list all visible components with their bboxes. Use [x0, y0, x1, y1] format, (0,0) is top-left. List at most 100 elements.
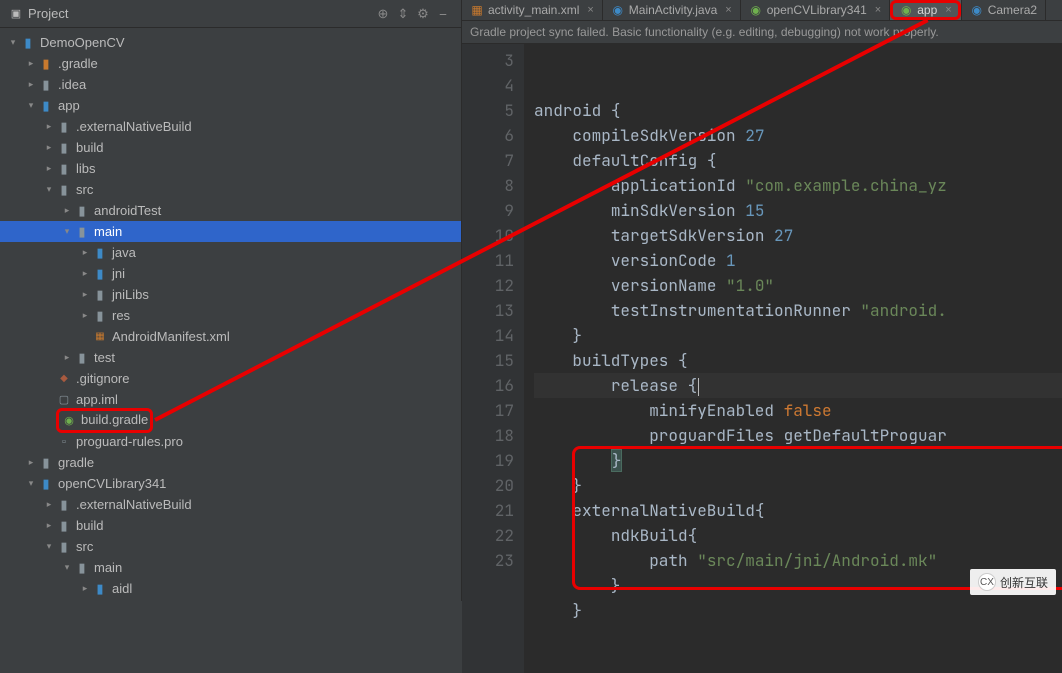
- expand-arrow[interactable]: [44, 143, 54, 153]
- tab-Camera2[interactable]: Camera2: [962, 0, 1046, 20]
- tree-item-test[interactable]: test: [0, 347, 461, 368]
- expand-arrow[interactable]: [26, 101, 36, 111]
- editor-tabs: activity_main.xml×MainActivity.java×open…: [462, 0, 1062, 21]
- expand-arrow[interactable]: [80, 584, 90, 594]
- tree-item-openCVLibrary341[interactable]: openCVLibrary341: [0, 473, 461, 494]
- code-line[interactable]: testInstrumentationRunner "android.: [534, 298, 1062, 323]
- code-line[interactable]: }: [534, 473, 1062, 498]
- watermark: CX 创新互联: [970, 569, 1056, 595]
- code-line[interactable]: proguardFiles getDefaultProguar: [534, 423, 1062, 448]
- expand-arrow[interactable]: [80, 290, 90, 300]
- tree-label: build: [76, 518, 103, 533]
- tab-activity-main-xml[interactable]: activity_main.xml×: [462, 0, 603, 20]
- code-line[interactable]: versionName "1.0": [534, 273, 1062, 298]
- expand-arrow[interactable]: [62, 206, 72, 216]
- tree-label: test: [94, 350, 115, 365]
- expand-arrow[interactable]: [44, 521, 54, 531]
- close-icon[interactable]: ×: [945, 4, 951, 16]
- line-number: 18: [462, 423, 514, 448]
- expand-arrow[interactable]: [44, 500, 54, 510]
- tree-item-main[interactable]: main: [0, 557, 461, 578]
- expand-arrow[interactable]: [62, 227, 72, 237]
- tab-app[interactable]: app×: [890, 0, 961, 20]
- tab-MainActivity-java[interactable]: MainActivity.java ×: [603, 0, 741, 20]
- expand-arrow[interactable]: [62, 353, 72, 363]
- expand-arrow[interactable]: [8, 38, 18, 48]
- tree-item-java[interactable]: java: [0, 242, 461, 263]
- tree-item-app-iml[interactable]: app.iml: [0, 389, 461, 410]
- expand-arrow[interactable]: [44, 185, 54, 195]
- tree-label: build: [76, 140, 103, 155]
- tree-item--gitignore[interactable]: .gitignore: [0, 368, 461, 389]
- tree-item-res[interactable]: res: [0, 305, 461, 326]
- code-line[interactable]: versionCode 1: [534, 248, 1062, 273]
- code-line[interactable]: targetSdkVersion 27: [534, 223, 1062, 248]
- folder-dark: [38, 77, 54, 93]
- code-line[interactable]: defaultConfig {: [534, 148, 1062, 173]
- tree-item-jni[interactable]: jni: [0, 263, 461, 284]
- tree-item-proguard-rules-pro[interactable]: proguard-rules.pro: [0, 431, 461, 452]
- tree-item-src[interactable]: src: [0, 536, 461, 557]
- hide-icon[interactable]: ⎯: [433, 4, 453, 24]
- expand-arrow[interactable]: [62, 563, 72, 573]
- code-line[interactable]: release {: [534, 373, 1062, 398]
- tree-item-main[interactable]: main: [0, 221, 461, 242]
- expand-arrow[interactable]: [80, 311, 90, 321]
- tree-item-libs[interactable]: libs: [0, 158, 461, 179]
- line-number: 7: [462, 148, 514, 173]
- close-icon[interactable]: ×: [725, 4, 731, 16]
- tree-item-app[interactable]: app: [0, 95, 461, 116]
- tree-item-AndroidManifest-xml[interactable]: AndroidManifest.xml: [0, 326, 461, 347]
- line-number: 13: [462, 298, 514, 323]
- tab-openCVLibrary341[interactable]: openCVLibrary341×: [741, 0, 891, 20]
- expand-arrow[interactable]: [80, 248, 90, 258]
- gear-icon[interactable]: ⚙: [413, 4, 433, 24]
- expand-arrow[interactable]: [44, 122, 54, 132]
- expand-arrow[interactable]: [26, 59, 36, 69]
- code-line[interactable]: externalNativeBuild{: [534, 498, 1062, 523]
- tree-item--externalNativeBuild[interactable]: .externalNativeBuild: [0, 494, 461, 515]
- close-icon[interactable]: ×: [587, 4, 593, 16]
- tree-label: src: [76, 182, 93, 197]
- code-line[interactable]: compileSdkVersion 27: [534, 123, 1062, 148]
- code-line[interactable]: }: [534, 598, 1062, 623]
- tree-item-build-gradle[interactable]: build.gradle: [0, 410, 461, 431]
- tree-item--idea[interactable]: .idea: [0, 74, 461, 95]
- code-line[interactable]: }: [534, 448, 1062, 473]
- code-line[interactable]: ndkBuild{: [534, 523, 1062, 548]
- gradle-icon: [61, 413, 77, 429]
- tree-label: build.gradle: [81, 412, 148, 427]
- layout-icon: [470, 3, 484, 17]
- tree-item-build[interactable]: build: [0, 137, 461, 158]
- expand-arrow[interactable]: [44, 164, 54, 174]
- tree-item-src[interactable]: src: [0, 179, 461, 200]
- collapse-icon[interactable]: ⇕: [393, 4, 413, 24]
- code-line[interactable]: buildTypes {: [534, 348, 1062, 373]
- tree-item-aidl[interactable]: aidl: [0, 578, 461, 599]
- expand-arrow[interactable]: [44, 542, 54, 552]
- tab-label: MainActivity.java: [629, 3, 717, 17]
- tree-item-androidTest[interactable]: androidTest: [0, 200, 461, 221]
- code-line[interactable]: minifyEnabled false: [534, 398, 1062, 423]
- tree-item--gradle[interactable]: .gradle: [0, 53, 461, 74]
- tree-item-gradle[interactable]: gradle: [0, 452, 461, 473]
- expand-arrow[interactable]: [26, 458, 36, 468]
- code-line[interactable]: applicationId "com.example.china_yz: [534, 173, 1062, 198]
- project-tree[interactable]: DemoOpenCV.gradle.ideaapp.externalNative…: [0, 28, 461, 601]
- code-line[interactable]: android {: [534, 98, 1062, 123]
- tree-item--externalNativeBuild[interactable]: .externalNativeBuild: [0, 116, 461, 137]
- file-icon: [56, 434, 72, 450]
- expand-arrow[interactable]: [26, 479, 36, 489]
- expand-arrow[interactable]: [26, 80, 36, 90]
- expand-arrow[interactable]: [80, 269, 90, 279]
- tree-item-jniLibs[interactable]: jniLibs: [0, 284, 461, 305]
- tab-label: Camera2: [988, 3, 1037, 17]
- line-number: 15: [462, 348, 514, 373]
- close-icon[interactable]: ×: [875, 4, 881, 16]
- tree-item-build[interactable]: build: [0, 515, 461, 536]
- code-line[interactable]: }: [534, 323, 1062, 348]
- tree-item-DemoOpenCV[interactable]: DemoOpenCV: [0, 32, 461, 53]
- code-line[interactable]: minSdkVersion 15: [534, 198, 1062, 223]
- target-icon[interactable]: ⊕: [373, 4, 393, 24]
- line-number: 17: [462, 398, 514, 423]
